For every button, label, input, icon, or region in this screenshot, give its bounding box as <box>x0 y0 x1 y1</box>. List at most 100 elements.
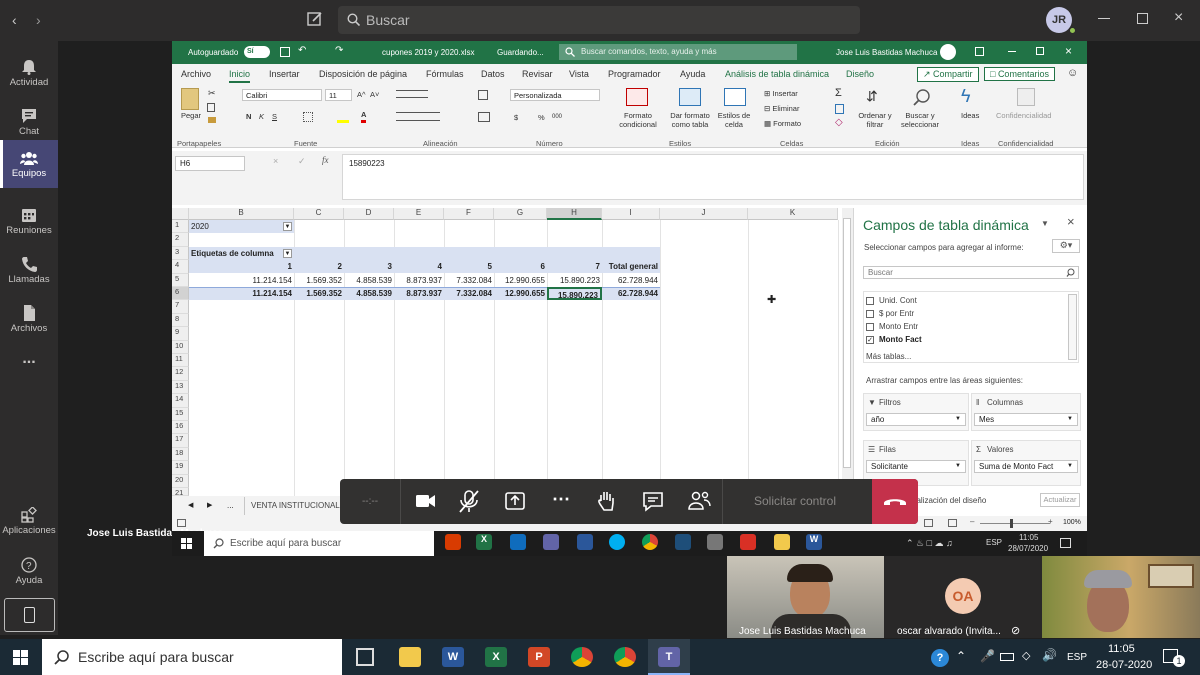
tab-archivo[interactable]: Archivo <box>181 69 211 79</box>
acrobat-app-icon[interactable] <box>740 534 756 550</box>
cancel-entry-icon[interactable]: × <box>273 156 278 166</box>
sheet-prev-icon[interactable]: ◀ <box>188 501 193 509</box>
close-icon[interactable]: × <box>1174 9 1183 27</box>
pivot-column-labels[interactable]: Etiquetas de columna <box>189 247 660 260</box>
fill-icon[interactable] <box>835 104 844 114</box>
borders-icon[interactable] <box>303 112 313 122</box>
field-list-scrollbar[interactable] <box>1068 294 1077 360</box>
minimize-icon[interactable] <box>1098 18 1110 19</box>
underline-button[interactable]: S <box>272 112 277 121</box>
shrink-font-button[interactable]: A˅ <box>370 90 379 99</box>
ideas-label[interactable]: Ideas <box>961 111 979 120</box>
rail-item-activity[interactable]: Actividad <box>0 49 58 95</box>
sort-filter-icon[interactable]: ⇵ <box>866 88 878 105</box>
pivot-cell[interactable]: 4.858.539 <box>344 274 392 287</box>
undo-icon[interactable]: ↶ <box>298 45 306 56</box>
powerpoint-app-icon[interactable]: P <box>528 647 550 667</box>
file-explorer-icon[interactable] <box>399 647 421 667</box>
column-filter-dropdown-icon[interactable]: ▼ <box>283 249 292 258</box>
more-tables-link[interactable]: Más tablas... <box>866 352 911 361</box>
app-icon[interactable] <box>707 534 723 550</box>
percent-button[interactable]: % <box>538 113 545 122</box>
row-header[interactable]: 4 <box>172 260 189 274</box>
thousands-button[interactable]: 000 <box>552 114 562 120</box>
rail-item-help[interactable]: ? Ayuda <box>0 547 58 593</box>
bold-button[interactable]: N <box>246 112 251 121</box>
video-tile[interactable] <box>1042 556 1200 638</box>
tab-disposicion[interactable]: Disposición de página <box>319 69 407 79</box>
scroll-thumb[interactable] <box>843 218 851 468</box>
worksheet-grid[interactable]: B C D E F G H I J K 1 2 3 4 5 6 7 8 9 10… <box>172 208 842 496</box>
pivot-cell[interactable]: 1.569.352 <box>294 274 342 287</box>
row-header[interactable]: 16 <box>172 421 189 435</box>
close-icon[interactable]: × <box>1065 44 1072 58</box>
checkbox[interactable] <box>866 297 874 305</box>
column-header[interactable]: E <box>394 208 444 220</box>
column-header[interactable]: G <box>494 208 547 220</box>
column-header[interactable]: B <box>189 208 294 220</box>
show-hidden-icons-icon[interactable]: ⌃ <box>956 649 966 663</box>
excel-app-icon[interactable]: X <box>485 647 507 667</box>
remote-clock-time[interactable]: 11:05 <box>1019 533 1038 542</box>
word-app-icon[interactable]: W <box>442 647 464 667</box>
chevron-down-icon[interactable]: ▼ <box>955 461 961 472</box>
zoom-slider-thumb[interactable] <box>1010 519 1013 528</box>
grow-font-button[interactable]: A^ <box>357 90 366 99</box>
confirm-entry-icon[interactable]: ✓ <box>298 156 306 167</box>
update-button[interactable]: Actualizar <box>1040 493 1080 507</box>
file-explorer-icon[interactable] <box>774 534 790 550</box>
select-all-corner[interactable] <box>172 208 189 220</box>
pivot-total-cell[interactable]: 8.873.937 <box>394 287 442 300</box>
tray-icons[interactable]: ⌃ ♨ □ ☁ ♫ <box>906 538 953 549</box>
find-select-label[interactable]: Buscar y seleccionar <box>897 111 943 129</box>
pivot-header[interactable]: 7 <box>547 260 600 273</box>
active-cell[interactable]: 15.890.223 <box>547 287 602 300</box>
field-search-input[interactable]: Buscar <box>863 266 1079 279</box>
rail-item-files[interactable]: Archivos <box>0 295 58 341</box>
format-cells-button[interactable]: ▦ Formato <box>764 119 801 128</box>
row-header[interactable]: 2 <box>172 233 189 247</box>
value-field-chip[interactable]: Suma de Monto Fact ▼ <box>974 460 1078 473</box>
zoom-out-icon[interactable]: – <box>970 517 974 526</box>
find-icon[interactable] <box>912 88 932 108</box>
cell-styles-icon[interactable] <box>724 88 746 106</box>
pivot-header[interactable]: Total general <box>602 260 658 273</box>
teams-taskbar-button[interactable]: T <box>648 639 690 675</box>
rail-item-chat[interactable]: Chat <box>0 98 58 144</box>
teams-app-icon[interactable] <box>543 534 559 550</box>
columns-area[interactable]: ‖ Columnas Mes ▼ <box>971 393 1081 431</box>
mic-button[interactable] <box>446 479 492 524</box>
column-header[interactable]: J <box>660 208 748 220</box>
row-header[interactable]: 18 <box>172 447 189 462</box>
pane-options-icon[interactable]: ▼ <box>1041 219 1049 228</box>
video-tile[interactable]: Jose Luis Bastidas Machuca <box>727 556 884 638</box>
autosave-toggle[interactable]: Sí <box>244 46 270 58</box>
vertical-scrollbar[interactable] <box>842 208 853 496</box>
row-header-selected[interactable]: 6 <box>172 287 189 301</box>
align-left-icon[interactable] <box>396 112 440 121</box>
row-header[interactable]: 13 <box>172 380 189 395</box>
name-box[interactable]: H6 <box>175 156 245 171</box>
chrome-profile-app-icon[interactable] <box>614 647 636 667</box>
sheet-next-icon[interactable]: ▶ <box>207 501 212 509</box>
tab-revisar[interactable]: Revisar <box>522 69 553 79</box>
compose-icon[interactable] <box>306 10 324 28</box>
pivot-cell[interactable]: 15.890.223 <box>547 274 600 287</box>
row-header[interactable]: 17 <box>172 434 189 448</box>
chrome-app-icon[interactable] <box>571 647 593 667</box>
pivot-cell[interactable]: 7.332.084 <box>444 274 492 287</box>
more-apps-icon[interactable]: ... <box>0 344 58 390</box>
save-icon[interactable] <box>280 47 290 57</box>
chevron-down-icon[interactable]: ▼ <box>955 414 961 425</box>
font-name-select[interactable]: Calibri <box>242 89 322 101</box>
sort-filter-label[interactable]: Ordenar y filtrar <box>856 111 894 129</box>
page-layout-icon[interactable] <box>948 519 957 527</box>
values-area[interactable]: Σ Valores Suma de Monto Fact ▼ <box>971 440 1081 486</box>
pivot-cell[interactable]: 11.214.154 <box>189 274 292 287</box>
hang-up-button[interactable] <box>872 479 918 524</box>
teams-search-input[interactable]: Buscar <box>338 6 860 34</box>
sheet-more-button[interactable]: ... <box>227 501 234 510</box>
column-header[interactable]: F <box>444 208 494 220</box>
cut-icon[interactable]: ✂ <box>208 88 216 99</box>
maximize-icon[interactable] <box>1137 13 1148 24</box>
